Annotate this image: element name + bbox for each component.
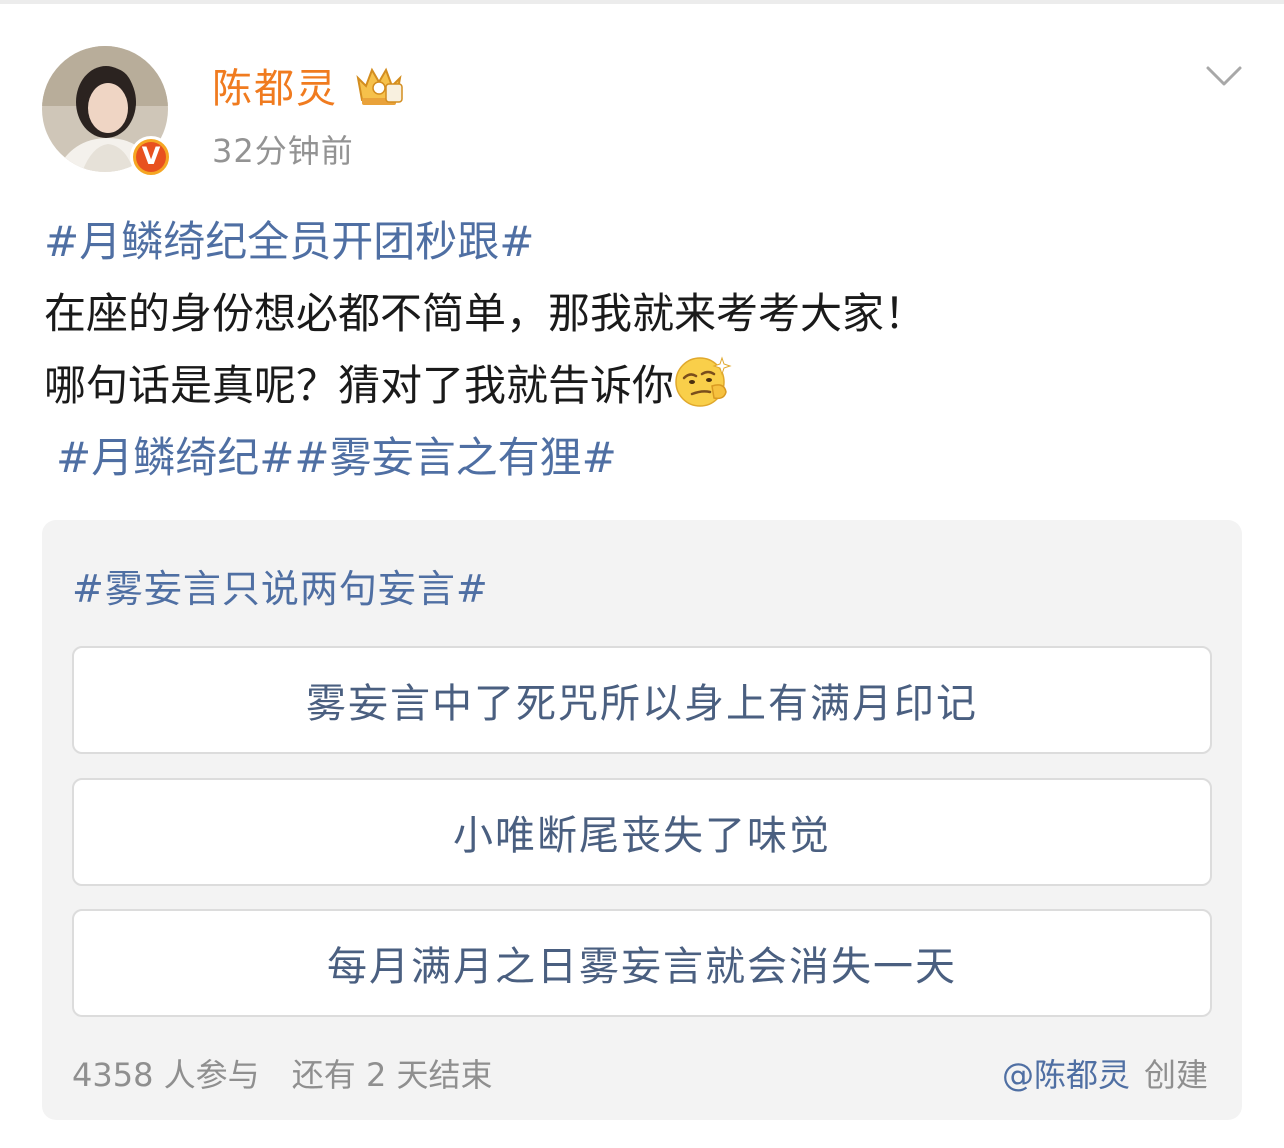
poll-option[interactable]: 小唯断尾丧失了味觉 bbox=[72, 778, 1212, 886]
top-divider bbox=[0, 0, 1284, 4]
poll-option-label: 小唯断尾丧失了味觉 bbox=[453, 813, 831, 859]
post-text: 在座的身份想必都不简单，那我就来考考大家！ bbox=[44, 289, 927, 338]
poll-remaining: 还有 2 天结束 bbox=[291, 1056, 493, 1094]
creator-link[interactable]: @陈都灵 bbox=[1002, 1056, 1130, 1094]
created-label: 创建 bbox=[1143, 1056, 1208, 1094]
hashtag-link[interactable]: #月鳞绮纪全员开团秒跟# bbox=[44, 217, 534, 266]
poll-title[interactable]: #雾妄言只说两句妄言# bbox=[72, 558, 489, 613]
poll-option[interactable]: 每月满月之日雾妄言就会消失一天 bbox=[72, 909, 1212, 1017]
post-time: 32分钟前 bbox=[212, 132, 354, 170]
smirk-emoji-icon bbox=[675, 356, 732, 407]
poll-option-label: 雾妄言中了死咒所以身上有满月印记 bbox=[306, 681, 978, 727]
poll-participants: 4358 人参与 bbox=[72, 1056, 260, 1094]
verified-badge: V bbox=[130, 136, 172, 178]
crown-member-icon[interactable] bbox=[352, 62, 406, 108]
poll-card: #雾妄言只说两句妄言# 雾妄言中了死咒所以身上有满月印记 小唯断尾丧失了味觉 每… bbox=[42, 520, 1242, 1120]
username[interactable]: 陈都灵 bbox=[212, 56, 338, 114]
chevron-down-icon[interactable] bbox=[1204, 60, 1244, 90]
topic-link[interactable]: #雾妄言之有狸# bbox=[294, 433, 616, 482]
poll-option[interactable]: 雾妄言中了死咒所以身上有满月印记 bbox=[72, 646, 1212, 754]
post-text: 哪句话是真呢？猜对了我就告诉你 bbox=[44, 361, 675, 410]
poll-stats: 4358 人参与 还有 2 天结束 bbox=[72, 1050, 515, 1096]
topic-link[interactable]: #月鳞绮纪# bbox=[56, 433, 294, 482]
post-header: V 陈都灵 32分钟前 bbox=[42, 46, 1252, 178]
poll-creator: @陈都灵 创建 bbox=[1002, 1050, 1208, 1096]
poll-option-label: 每月满月之日雾妄言就会消失一天 bbox=[327, 944, 957, 990]
post-body: #月鳞绮纪全员开团秒跟# 在座的身份想必都不简单，那我就来考考大家！ 哪句话是真… bbox=[44, 206, 1244, 494]
